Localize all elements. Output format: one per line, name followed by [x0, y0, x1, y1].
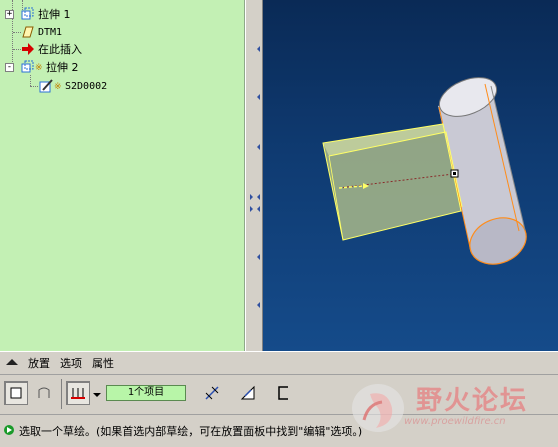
tree-item-extrude-2[interactable]: ※ 拉伸 2 [19, 59, 79, 75]
extrude-feature-icon [19, 6, 35, 22]
remove-material-icon [240, 385, 255, 400]
new-feature-star-icon: ※ [54, 78, 62, 94]
collapse-toggle[interactable]: - [5, 63, 14, 72]
svg-text:※: ※ [54, 82, 62, 92]
tree-item-extrude-1[interactable]: 拉伸 1 [19, 6, 71, 22]
surface-button[interactable] [32, 381, 56, 405]
model-viewport [322, 77, 527, 265]
prompt-arrow-icon [3, 424, 15, 439]
remove-material-button[interactable] [236, 381, 260, 405]
splitter-arrows-icon [250, 46, 260, 308]
surface-icon [38, 387, 50, 398]
insert-here-arrow-icon [19, 41, 35, 57]
tree-item-label: 拉伸 2 [46, 61, 79, 74]
forum-watermark: 野火论坛 www.proewildfire.cn [346, 378, 558, 438]
solid-button[interactable] [4, 381, 28, 405]
tree-item-label: DTM1 [38, 26, 63, 38]
sketch-icon [38, 78, 54, 94]
watermark-url: www.proewildfire.cn [404, 416, 506, 427]
dashboard-tabs: 放置 选项 属性 [0, 351, 558, 374]
tab-properties[interactable]: 属性 [92, 355, 114, 371]
tree-item-label: S2D0002 [65, 80, 108, 92]
extrude-preview [322, 123, 463, 241]
tree-item-sketch[interactable]: ※ S2D0002 [38, 78, 107, 94]
watermark-title: 野火论坛 [416, 386, 529, 416]
dashboard-expand-icon[interactable] [4, 356, 20, 371]
depth-dropdown-icon[interactable] [93, 389, 101, 402]
status-message: 选取一个草绘。(如果首选内部草绘，可在放置面板中找到"编辑"选项。) [19, 425, 363, 438]
tree-item-dtm1[interactable]: DTM1 [19, 24, 62, 40]
solid-icon [10, 387, 22, 399]
watermark-logo-icon [352, 384, 404, 432]
flip-direction-button[interactable] [200, 381, 224, 405]
tree-item-label: 拉伸 1 [38, 8, 71, 21]
graphics-window[interactable] [263, 0, 558, 351]
extrude-feature-icon [19, 59, 35, 75]
tree-connector [30, 86, 38, 87]
flip-direction-icon [205, 386, 219, 400]
blind-depth-icon [71, 388, 85, 399]
datum-plane-icon [19, 24, 35, 40]
svg-text:※: ※ [35, 63, 43, 73]
tree-item-insert-here[interactable]: 在此插入 [19, 41, 82, 57]
tree-connector [30, 75, 31, 86]
separator [61, 379, 62, 409]
model-tree: + 拉伸 1 DTM1 在此插入 - ※ 拉伸 2 ※ S2D0002 [0, 0, 245, 351]
thicken-sketch-button[interactable] [272, 381, 296, 405]
depth-collector[interactable]: 1个项目 [106, 385, 186, 401]
tree-item-label: 在此插入 [38, 43, 82, 56]
tab-placement[interactable]: 放置 [28, 355, 50, 371]
thicken-sketch-icon [278, 386, 288, 400]
new-feature-star-icon: ※ [35, 59, 43, 75]
depth-type-button[interactable] [66, 381, 90, 405]
expand-toggle[interactable]: + [5, 10, 14, 19]
panel-splitter[interactable] [245, 0, 263, 351]
tab-options[interactable]: 选项 [60, 355, 82, 371]
